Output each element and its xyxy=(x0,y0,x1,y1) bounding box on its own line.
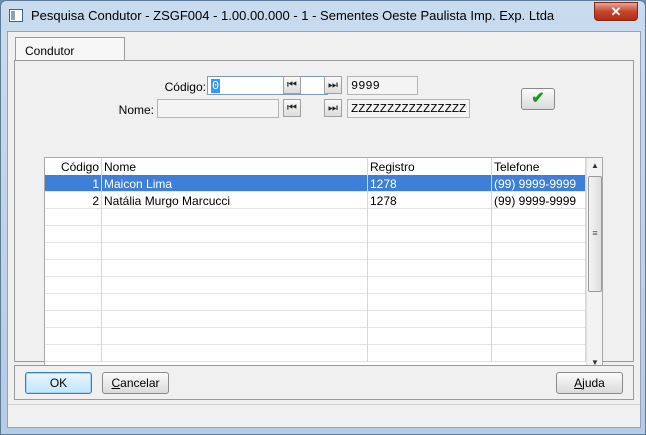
empty-cell xyxy=(45,311,102,328)
empty-cell xyxy=(45,277,102,294)
cell-telefone: (99) 9999-9999 xyxy=(492,192,586,209)
empty-cell xyxy=(102,345,368,362)
tab-panel: Código: 0 ⏮ ⏭ 9999 Nome: ⏮ ⏭ ZZZZZZZZZZZ… xyxy=(14,60,634,372)
empty-cell xyxy=(368,345,492,362)
results-grid[interactable]: Código Nome Registro Telefone 1 Maicon L… xyxy=(44,157,603,372)
help-button[interactable]: Ajuda xyxy=(556,372,623,394)
codigo-label: Código: xyxy=(164,80,206,94)
help-accel: A xyxy=(574,376,583,390)
empty-cell xyxy=(102,260,368,277)
empty-cell xyxy=(492,209,586,226)
empty-table-row xyxy=(45,345,586,362)
empty-cell xyxy=(102,277,368,294)
nome-to-input[interactable]: ZZZZZZZZZZZZZZZZ xyxy=(347,99,470,118)
empty-table-row xyxy=(45,226,586,243)
empty-cell xyxy=(102,328,368,345)
last-record-icon-nome[interactable]: ⏭ xyxy=(324,99,342,117)
column-header-nome[interactable]: Nome xyxy=(102,158,368,175)
grid-header: Código Nome Registro Telefone xyxy=(45,158,586,175)
nome-from-input[interactable] xyxy=(157,99,279,118)
empty-cell xyxy=(368,209,492,226)
scroll-up-icon[interactable]: ▲ xyxy=(587,158,602,174)
cell-nome: Maicon Lima xyxy=(102,175,368,192)
empty-cell xyxy=(492,226,586,243)
window-title: Pesquisa Condutor - ZSGF004 - 1.00.00.00… xyxy=(31,8,555,23)
empty-cell xyxy=(492,277,586,294)
empty-table-row xyxy=(45,243,586,260)
button-bar: OK Cancelar Ajuda xyxy=(14,365,634,400)
cell-telefone: (99) 9999-9999 xyxy=(492,175,586,192)
first-record-icon[interactable]: ⏮ xyxy=(283,76,301,94)
cell-codigo: 2 xyxy=(45,192,102,209)
empty-cell xyxy=(492,294,586,311)
empty-table-row xyxy=(45,277,586,294)
status-bar xyxy=(8,404,640,427)
cancel-accel: C xyxy=(111,376,121,390)
close-button[interactable]: ✕ xyxy=(594,2,638,21)
empty-cell xyxy=(102,311,368,328)
empty-cell xyxy=(368,226,492,243)
column-header-telefone[interactable]: Telefone xyxy=(492,158,586,175)
empty-table-row xyxy=(45,294,586,311)
cell-codigo: 1 xyxy=(45,175,102,192)
column-header-registro[interactable]: Registro xyxy=(368,158,492,175)
empty-cell xyxy=(368,328,492,345)
table-row[interactable]: 1 Maicon Lima 1278 (99) 9999-9999 xyxy=(45,175,586,192)
cancel-button[interactable]: Cancelar xyxy=(102,372,169,394)
scroll-thumb[interactable]: ≡ xyxy=(588,176,602,292)
codigo-from-value: 0 xyxy=(211,79,221,93)
empty-table-row xyxy=(45,328,586,345)
codigo-to-input[interactable]: 9999 xyxy=(347,76,418,95)
empty-cell xyxy=(45,260,102,277)
empty-cell xyxy=(45,226,102,243)
nome-label: Nome: xyxy=(118,103,154,117)
empty-cell xyxy=(368,277,492,294)
empty-cell xyxy=(368,243,492,260)
first-record-icon-nome[interactable]: ⏮ xyxy=(283,99,301,117)
empty-cell xyxy=(102,243,368,260)
cell-nome: Natália Murgo Marcucci xyxy=(102,192,368,209)
empty-cell xyxy=(492,243,586,260)
table-row[interactable]: 2 Natália Murgo Marcucci 1278 (99) 9999-… xyxy=(45,192,586,209)
empty-table-row xyxy=(45,311,586,328)
empty-cell xyxy=(45,294,102,311)
help-label: juda xyxy=(582,376,605,390)
empty-cell xyxy=(45,345,102,362)
empty-cell xyxy=(492,311,586,328)
empty-cell xyxy=(102,209,368,226)
empty-table-row xyxy=(45,209,586,226)
empty-cell xyxy=(368,311,492,328)
cell-registro: 1278 xyxy=(368,192,492,209)
empty-cell xyxy=(492,328,586,345)
empty-cell xyxy=(102,226,368,243)
title-bar[interactable]: Pesquisa Condutor - ZSGF004 - 1.00.00.00… xyxy=(1,1,645,31)
empty-cell xyxy=(45,209,102,226)
vertical-scrollbar[interactable]: ▲ ≡ ▼ xyxy=(586,158,602,371)
empty-cell xyxy=(102,294,368,311)
cancel-label: ancelar xyxy=(120,376,160,390)
codigo-from-input[interactable]: 0 xyxy=(207,76,328,95)
empty-cell xyxy=(368,294,492,311)
tab-condutor[interactable]: Condutor xyxy=(15,37,125,61)
column-header-codigo[interactable]: Código xyxy=(45,158,102,175)
last-record-icon[interactable]: ⏭ xyxy=(324,76,342,94)
empty-cell xyxy=(45,328,102,345)
window-icon xyxy=(9,9,23,22)
empty-cell xyxy=(492,260,586,277)
ok-button[interactable]: OK xyxy=(25,372,92,394)
cell-registro: 1278 xyxy=(368,175,492,192)
empty-cell xyxy=(492,345,586,362)
empty-cell xyxy=(45,243,102,260)
dialog-window: Pesquisa Condutor - ZSGF004 - 1.00.00.00… xyxy=(0,0,646,435)
dialog-client-area: Condutor Código: 0 ⏮ ⏭ 9999 Nome: ⏮ ⏭ ZZ… xyxy=(7,31,641,428)
empty-table-row xyxy=(45,260,586,277)
empty-cell xyxy=(368,260,492,277)
confirm-filter-button[interactable]: ✔ xyxy=(521,88,555,110)
